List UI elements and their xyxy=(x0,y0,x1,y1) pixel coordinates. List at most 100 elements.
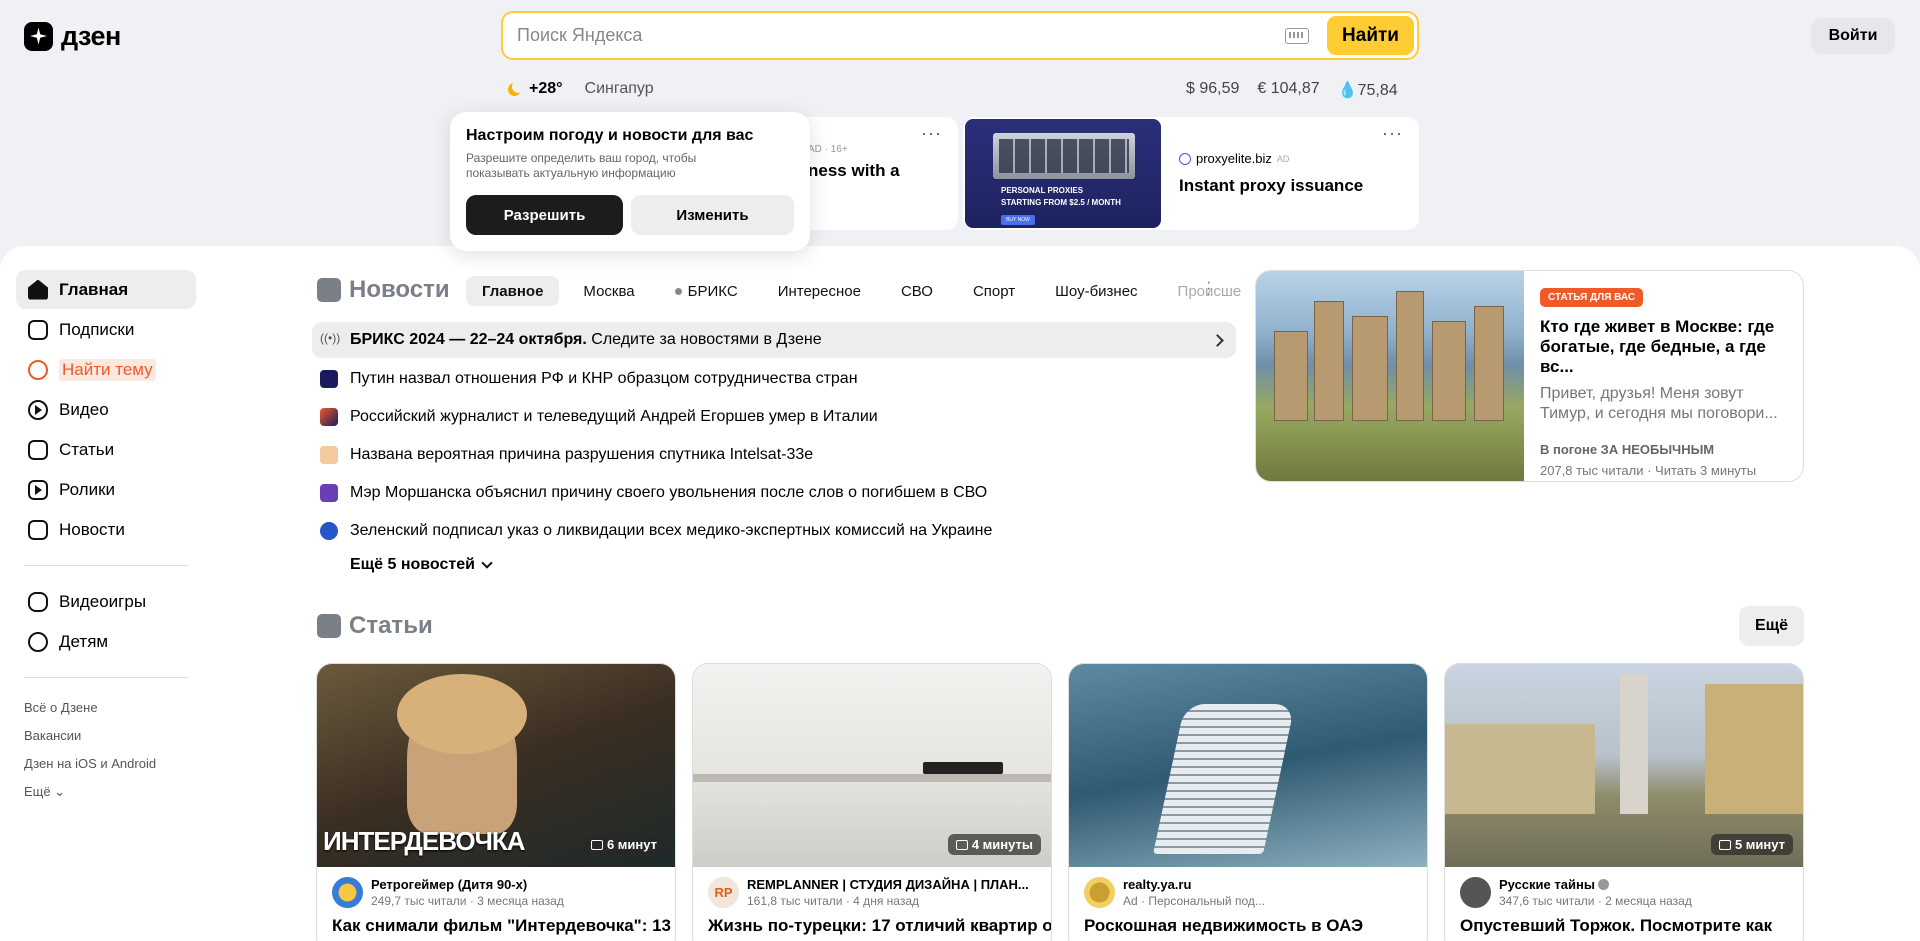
tab-showbiz[interactable]: Шоу-бизнес xyxy=(1039,276,1153,306)
news-icon xyxy=(28,519,48,540)
article-image: 5 минут xyxy=(1445,664,1803,867)
article-badge: СТАТЬЯ ДЛЯ ВАС xyxy=(1540,288,1644,307)
ad-image-text: PERSONAL PROXIES STARTING FROM $2.5 / MO… xyxy=(1001,186,1121,207)
sidebar-item-kids[interactable]: Детям xyxy=(16,622,196,661)
avatar xyxy=(332,877,363,908)
more-news-button[interactable]: Ещё 5 новостей xyxy=(350,556,493,574)
rate-eur: € 104,87 xyxy=(1257,80,1320,97)
news-item[interactable]: Российский журналист и телеведущий Андре… xyxy=(312,398,1236,436)
live-dot-icon xyxy=(674,287,682,295)
tab-moscow[interactable]: Москва xyxy=(567,276,650,306)
city[interactable]: Сингапур xyxy=(585,80,654,98)
articles-icon xyxy=(28,439,48,460)
weather-widget[interactable]: +28° Сингапур xyxy=(508,80,654,98)
featured-article[interactable]: СТАТЬЯ ДЛЯ ВАС Кто где живет в Москве: г… xyxy=(1255,270,1804,482)
change-button[interactable]: Изменить xyxy=(631,195,794,235)
featured-image xyxy=(1256,271,1524,481)
source-name[interactable]: Русские тайны xyxy=(1499,877,1692,892)
source-icon xyxy=(320,484,338,502)
ad-card-proxy[interactable]: PERSONAL PROXIES STARTING FROM $2.5 / MO… xyxy=(963,117,1419,230)
source-name[interactable]: Ретрогеймер (Дитя 90-х) xyxy=(371,877,564,892)
source-meta: 249,7 тыс читали · 3 месяца назад xyxy=(371,894,564,908)
popup-title: Настроим погоду и новости для вас xyxy=(466,127,754,144)
sidebar-item-find-topic[interactable]: Найти тему xyxy=(16,350,196,389)
news-item[interactable]: Названа вероятная причина разрушения спу… xyxy=(312,436,1236,474)
sidebar-item-video[interactable]: Видео xyxy=(16,390,196,429)
search-topic-icon xyxy=(28,359,48,380)
ad-article-card[interactable]: realty.ya.ru Ad · Персональный под... Ро… xyxy=(1068,663,1428,941)
allow-button[interactable]: Разрешить xyxy=(466,195,623,235)
source-meta: 347,6 тыс читали · 2 месяца назад xyxy=(1499,894,1692,908)
logo-text: дзен xyxy=(61,20,121,51)
source-name[interactable]: realty.ya.ru xyxy=(1123,877,1265,892)
more-options-icon[interactable]: ··· xyxy=(1382,124,1403,142)
book-icon xyxy=(590,839,603,850)
dzen-logo-icon xyxy=(24,21,53,51)
avatar xyxy=(1084,877,1115,908)
currency-rates[interactable]: $ 96,59 € 104,87 💧75,84 xyxy=(1186,80,1398,100)
search-button[interactable]: Найти xyxy=(1327,16,1414,55)
search-input[interactable] xyxy=(503,13,1286,58)
tab-main[interactable]: Главное xyxy=(466,276,560,306)
sidebar-item-games[interactable]: Видеоигры xyxy=(16,582,196,621)
articles-title[interactable]: Статьи xyxy=(349,612,433,640)
ad-image: PERSONAL PROXIES STARTING FROM $2.5 / MO… xyxy=(965,119,1161,228)
articles-more-button[interactable]: Ещё xyxy=(1739,606,1804,646)
article-card[interactable]: 4 минуты RP REMPLANNER | СТУДИЯ ДИЗАЙНА … xyxy=(692,663,1052,941)
source-name[interactable]: REMPLANNER | СТУДИЯ ДИЗАЙНА | ПЛАН... xyxy=(747,877,1029,892)
chevron-down-icon xyxy=(481,557,493,569)
source-icon xyxy=(320,522,338,540)
more-tabs-icon[interactable]: · · · xyxy=(1206,275,1211,303)
dzen-logo[interactable]: дзен xyxy=(24,20,121,52)
article-image-caption: ИНТЕРДЕВОЧКА xyxy=(323,826,526,856)
articles-header: Статьи xyxy=(317,612,433,640)
news-tabs: Главное Москва БРИКС Интересное СВО Спор… xyxy=(466,276,1257,306)
news-item-featured[interactable]: ((•)) БРИКС 2024 — 22–24 октября. Следит… xyxy=(312,322,1236,358)
tab-sport[interactable]: Спорт xyxy=(957,276,1031,306)
featured-title: Кто где живет в Москве: где богатые, где… xyxy=(1540,317,1775,376)
login-button[interactable]: Войти xyxy=(1811,18,1895,54)
article-title: Жизнь по-турецки: 17 отличий квартир от xyxy=(708,916,1051,935)
news-header: Новости xyxy=(317,276,450,304)
ad-source: proxyelite.biz AD xyxy=(1179,151,1363,166)
featured-meta: 207,8 тыс читали · Читать 3 минуты xyxy=(1540,463,1757,478)
footer-link-more[interactable]: Ещё ⌄ xyxy=(16,778,196,806)
more-options-icon[interactable]: ··· xyxy=(921,124,942,142)
featured-author[interactable]: В погоне ЗА НЕОБЫЧНЫМ xyxy=(1540,442,1787,457)
article-title: Роскошная недвижимость в ОАЭ xyxy=(1084,916,1364,935)
keyboard-icon[interactable] xyxy=(1285,27,1310,44)
verified-icon xyxy=(1597,879,1609,890)
search-bar: Найти xyxy=(501,11,1419,60)
sidebar: Главная Подписки Найти тему Видео Статьи… xyxy=(16,270,196,806)
news-item[interactable]: Мэр Моршанска объяснил причину своего ув… xyxy=(312,474,1236,512)
sidebar-item-articles[interactable]: Статьи xyxy=(16,430,196,469)
sidebar-divider xyxy=(24,565,188,566)
source-meta: Ad · Персональный под... xyxy=(1123,894,1265,908)
footer-link-jobs[interactable]: Вакансии xyxy=(16,722,196,750)
sidebar-item-home[interactable]: Главная xyxy=(16,270,196,309)
source-icon xyxy=(320,446,338,464)
tab-interesting[interactable]: Интересное xyxy=(762,276,877,306)
tab-brics[interactable]: БРИКС xyxy=(659,276,754,306)
article-card[interactable]: 5 минут Русские тайны 347,6 тыс читали ·… xyxy=(1444,663,1804,941)
footer-link-about[interactable]: Всё о Дзене xyxy=(16,694,196,722)
sidebar-item-subscriptions[interactable]: Подписки xyxy=(16,310,196,349)
chevron-right-icon xyxy=(1211,333,1224,347)
sidebar-divider xyxy=(24,677,188,678)
avatar: RP xyxy=(708,877,739,908)
tab-svo[interactable]: СВО xyxy=(885,276,949,306)
news-icon xyxy=(317,278,341,302)
book-icon xyxy=(955,839,968,850)
server-image xyxy=(993,133,1135,179)
footer-link-apps[interactable]: Дзен на iOS и Android xyxy=(16,750,196,778)
article-card[interactable]: ИНТЕРДЕВОЧКА 6 минут Ретрогеймер (Дитя 9… xyxy=(316,663,676,941)
subscriptions-icon xyxy=(28,319,48,340)
news-item[interactable]: Путин назвал отношения РФ и КНР образцом… xyxy=(312,360,1236,398)
ad-title: Instant proxy issuance xyxy=(1179,176,1364,195)
news-item[interactable]: Зеленский подписал указ о ликвидации все… xyxy=(312,512,1236,550)
sidebar-item-shorts[interactable]: Ролики xyxy=(16,470,196,509)
moon-icon xyxy=(508,82,521,96)
avatar xyxy=(1460,877,1491,908)
sidebar-item-news[interactable]: Новости xyxy=(16,510,196,549)
news-title[interactable]: Новости xyxy=(349,276,450,304)
